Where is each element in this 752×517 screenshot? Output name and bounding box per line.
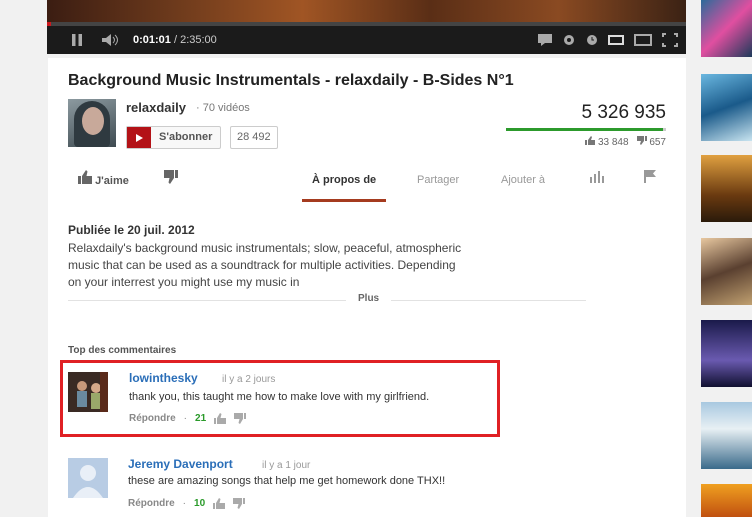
thumbs-down-icon [164,170,178,184]
comment-score: 10 [194,498,206,509]
dislike-button[interactable] [164,170,178,202]
watch-later-icon[interactable] [586,34,598,46]
player-right-controls [538,26,678,54]
related-videos-sidebar [701,0,752,517]
like-button[interactable]: J'aime [78,170,129,202]
comment-text: thank you, this taught me how to make lo… [129,391,430,403]
related-thumbnail[interactable] [701,0,752,57]
small-player-icon[interactable] [608,35,624,45]
current-time: 0:01:01 [133,34,171,46]
subscriber-count: 28 492 [230,126,278,149]
fullscreen-icon[interactable] [662,33,678,47]
comment-highlighted: lowinthesky il y a 2 jours thank you, th… [60,360,500,437]
volume-icon[interactable] [97,34,125,46]
like-count-group: 33 848 [585,136,629,148]
video-frame[interactable] [47,0,686,24]
thumbs-up-icon[interactable] [213,498,226,509]
related-thumbnail[interactable] [701,74,752,141]
video-title: Background Music Instrumentals - relaxda… [68,72,514,89]
comment-date[interactable]: il y a 1 jour [262,460,310,471]
separator: · [183,413,188,424]
subscribe-button[interactable]: S'abonner [126,126,222,149]
video-player[interactable]: 0:01:01 / 2:35:00 [47,0,686,54]
gear-icon[interactable] [562,33,576,47]
separator: · [182,498,187,509]
channel-name[interactable]: relaxdaily [126,100,186,115]
action-tabs: J'aime À propos de Partager Ajouter à [68,170,666,202]
comment-actions: Répondre · 21 [129,413,247,424]
dislike-count: 657 [649,137,666,148]
thumbs-down-icon[interactable] [233,498,246,509]
video-info-card: Background Music Instrumentals - relaxda… [48,58,686,210]
comment-actions: Répondre · 10 [128,498,246,509]
show-more-button[interactable]: Plus [346,293,392,304]
stats-icon[interactable] [590,170,604,202]
comment: Jeremy Davenport il y a 1 jour these are… [68,455,508,515]
flag-icon[interactable] [644,170,656,202]
comment-date[interactable]: il y a 2 jours [222,374,275,385]
tab-add-to[interactable]: Ajouter à [501,170,545,202]
comment-avatar[interactable] [68,458,108,498]
large-player-icon[interactable] [634,34,652,46]
description-and-comments: Publiée le 20 juil. 2012 Relaxdaily's ba… [48,205,686,517]
like-ratio-bar [506,128,666,131]
thumbs-up-icon[interactable] [214,413,227,424]
comment-author[interactable]: lowinthesky [129,371,198,385]
comment-avatar[interactable] [68,372,108,412]
view-count: 5 326 935 [581,102,666,123]
comment-score: 21 [195,413,207,424]
thumbs-up-icon [585,136,596,145]
player-controls: 0:01:01 / 2:35:00 [47,26,686,54]
like-count: 33 848 [597,137,629,148]
reply-button[interactable]: Répondre [129,413,176,424]
related-thumbnail[interactable] [701,238,752,305]
channel-avatar[interactable] [68,99,116,147]
related-thumbnail[interactable] [701,320,752,387]
captions-icon[interactable] [538,34,552,46]
tab-about[interactable]: À propos de [302,170,387,202]
video-count[interactable]: · 70 vidéos [196,102,250,114]
avatar-face [82,107,104,135]
total-time: / 2:35:00 [173,34,217,46]
subscribe-label: S'abonner [159,131,213,143]
tab-share[interactable]: Partager [417,170,459,202]
dislike-count-group: 657 [636,136,666,148]
dislike-ratio-fill [662,128,666,131]
youtube-play-icon [127,127,151,148]
thumbs-down-icon[interactable] [234,413,247,424]
thumbs-down-icon [636,136,647,145]
more-divider [68,300,586,301]
comment-author[interactable]: Jeremy Davenport [128,457,233,471]
related-thumbnail[interactable] [701,402,752,469]
related-thumbnail[interactable] [701,155,752,222]
description-text: Relaxdaily's background music instrument… [68,241,462,289]
like-counts: 33 848 657 [585,136,666,148]
thumbs-up-icon [78,170,92,184]
like-label: J'aime [95,175,129,187]
pause-icon[interactable] [63,34,91,46]
time-display: 0:01:01 / 2:35:00 [133,34,217,46]
top-comments-heading: Top des commentaires [68,345,177,356]
published-date: Publiée le 20 juil. 2012 [68,223,195,237]
comment-text: these are amazing songs that help me get… [128,475,446,487]
reply-button[interactable]: Répondre [128,498,175,509]
related-thumbnail[interactable] [701,484,752,517]
